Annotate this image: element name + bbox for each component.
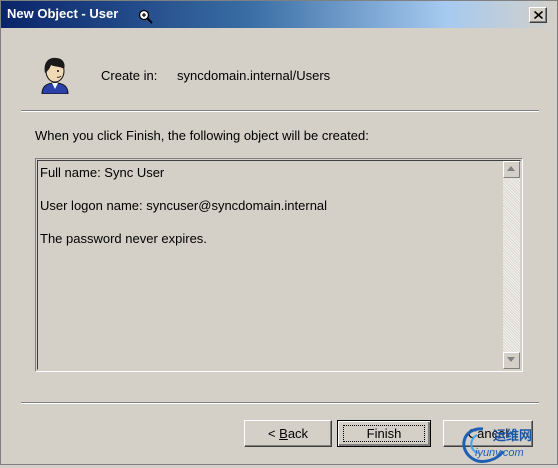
header-separator [21, 110, 539, 112]
scroll-up-button[interactable] [503, 161, 520, 178]
watermark-subtext: iyunv.com [475, 447, 524, 459]
create-in-label: Create in: [101, 68, 158, 83]
watermark-text: 运维网 [493, 428, 533, 443]
intro-text: When you click Finish, the following obj… [35, 128, 369, 143]
vertical-scrollbar[interactable] [503, 161, 520, 369]
window-title: New Object - User [7, 6, 119, 21]
close-icon [534, 11, 543, 19]
scroll-down-button[interactable] [503, 352, 520, 369]
user-icon [41, 57, 69, 94]
back-button-rest: ack [287, 426, 309, 441]
create-in-path: syncdomain.internal/Users [177, 68, 331, 83]
footer-separator [21, 402, 539, 404]
back-button-prefix: < [267, 426, 280, 441]
arrow-up-icon [507, 166, 515, 171]
back-button-mnemonic: B [279, 426, 288, 441]
finish-button-label: Finish [366, 426, 402, 441]
summary-line-password: The password never expires. [40, 231, 207, 246]
watermark-logo: 运维网 iyunv.com [453, 419, 557, 465]
summary-line-logon-name: User logon name: syncuser@syncdomain.int… [40, 198, 328, 213]
title-bar: New Object - User [1, 1, 557, 28]
finish-button[interactable]: Finish [337, 420, 431, 447]
zoom-cursor-icon [138, 9, 153, 24]
summary-box[interactable]: Full name: Sync User User logon name: sy… [35, 158, 523, 372]
summary-line-full-name: Full name: Sync User [40, 165, 165, 180]
close-button[interactable] [529, 7, 547, 23]
new-object-user-dialog: New Object - User Create in: syncdomain.… [0, 0, 558, 465]
arrow-down-icon [507, 357, 515, 362]
back-button[interactable]: < Back [244, 420, 332, 447]
